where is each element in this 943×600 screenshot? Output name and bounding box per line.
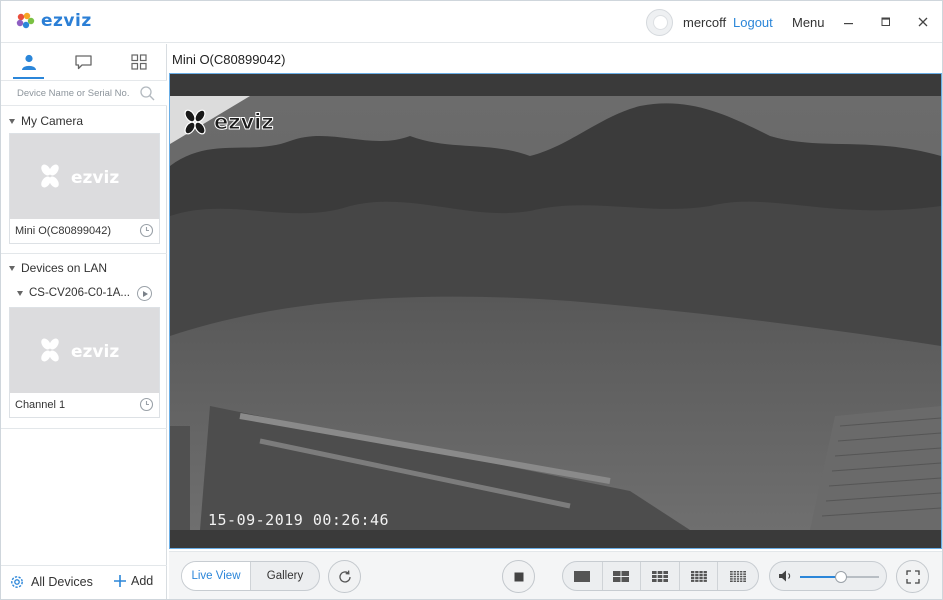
layout-9-icon (652, 570, 668, 582)
ezviz-watermark-icon (184, 109, 206, 135)
camera-card-footer: Mini O(C80899042) (10, 219, 159, 243)
lan-label: Devices on LAN (21, 261, 108, 275)
sidebar-tabs (1, 44, 167, 79)
volume-knob[interactable] (835, 571, 848, 583)
avatar[interactable] (646, 9, 673, 36)
layout-16-icon (690, 570, 707, 582)
lan-device-name: CS-CV206-C0-1A... (29, 287, 130, 299)
channel-card[interactable]: ezviz Channel 1 (9, 307, 160, 418)
speaker-icon[interactable] (778, 569, 794, 583)
tab-devices[interactable] (1, 44, 56, 79)
channel-thumbnail[interactable]: ezviz (10, 308, 159, 393)
search-icon[interactable] (139, 85, 156, 102)
ezviz-logo-icon (16, 12, 35, 29)
live-video-feed[interactable]: ezviz 15-09-2019 00:26:46 (170, 96, 941, 530)
stop-button[interactable] (502, 560, 535, 593)
lan-device-row[interactable]: CS-CV206-C0-1A... (17, 287, 130, 299)
refresh-icon (338, 570, 351, 583)
layout-25-button[interactable] (718, 562, 758, 590)
brand-name: ezviz (41, 11, 92, 31)
username: mercoff (683, 15, 727, 30)
all-devices-label: All Devices (31, 575, 93, 589)
caret-down-icon (17, 290, 23, 296)
add-device-button[interactable]: Add (113, 574, 153, 588)
night-camera-image (170, 96, 941, 530)
section-divider (1, 253, 167, 254)
channel-name: Channel 1 (15, 399, 66, 411)
chat-bubble-icon (75, 54, 93, 69)
minimize-button[interactable] (837, 10, 861, 34)
stop-icon (514, 572, 523, 581)
plus-icon (114, 575, 126, 587)
ezviz-thumb-logo: ezviz (40, 338, 119, 362)
my-camera-label: My Camera (21, 114, 84, 128)
lan-header[interactable]: Devices on LAN (9, 261, 107, 275)
layout-4-icon (613, 570, 630, 582)
tab-grid[interactable] (112, 44, 167, 79)
svg-text:ezviz: ezviz (71, 342, 119, 362)
svg-text:ezviz: ezviz (71, 168, 119, 188)
caret-down-icon (9, 118, 15, 124)
minimize-icon (844, 23, 853, 25)
volume-control[interactable] (769, 561, 887, 591)
ezviz-thumb-logo: ezviz (40, 164, 119, 188)
close-icon (918, 17, 928, 27)
menu-button[interactable]: Menu (792, 15, 825, 30)
fullscreen-icon (905, 569, 920, 584)
caret-down-icon (9, 265, 15, 271)
layout-1-icon (574, 570, 591, 582)
grid-icon (131, 53, 147, 70)
search-input[interactable]: Device Name or Serial No. (17, 88, 129, 99)
camera-thumbnail[interactable]: ezviz (10, 134, 159, 219)
fullscreen-button[interactable] (896, 560, 929, 593)
all-devices-button[interactable]: All Devices (9, 574, 93, 590)
page-title: Mini O(C80899042) (172, 52, 286, 67)
title-bar: ezviz mercoff Logout Menu (1, 1, 942, 43)
camera-card[interactable]: ezviz Mini O(C80899042) (9, 133, 160, 244)
my-camera-header[interactable]: My Camera (9, 114, 83, 128)
play-icon (142, 290, 148, 297)
playback-clock-icon[interactable] (139, 397, 154, 412)
layout-switch (562, 561, 759, 591)
sidebar-footer: All Devices Add (1, 566, 167, 598)
playback-clock-icon[interactable] (139, 223, 154, 238)
maximize-icon (881, 17, 890, 26)
user-icon (21, 54, 36, 70)
playback-controls: Live View Gallery (169, 551, 942, 599)
layout-16-button[interactable] (680, 562, 719, 590)
camera-name: Mini O(C80899042) (15, 225, 111, 237)
ezviz-logo: ezviz (15, 11, 92, 31)
video-watermark-text: ezviz (214, 110, 275, 135)
tab-messages[interactable] (56, 44, 111, 79)
ezviz-app-window: ezviz mercoff Logout Menu Device Name or… (0, 0, 943, 600)
logout-link[interactable]: Logout (733, 15, 773, 30)
layout-25-icon (730, 570, 747, 582)
play-button[interactable] (137, 286, 152, 301)
refresh-button[interactable] (328, 560, 361, 593)
layout-4-button[interactable] (603, 562, 642, 590)
view-mode-switch: Live View Gallery (181, 561, 320, 591)
close-button[interactable] (911, 10, 935, 34)
channel-card-footer: Channel 1 (10, 393, 159, 417)
section-divider (1, 428, 167, 429)
gallery-tab[interactable]: Gallery (251, 562, 319, 590)
video-watermark-logo: ezviz (180, 108, 274, 136)
sidebar: Device Name or Serial No. My Camera ezvi… (1, 44, 167, 599)
maximize-button[interactable] (874, 10, 898, 34)
gear-icon (11, 576, 23, 588)
layout-1-button[interactable] (563, 562, 603, 590)
layout-9-button[interactable] (641, 562, 680, 590)
video-player[interactable]: ezviz 15-09-2019 00:26:46 (169, 73, 942, 549)
add-label: Add (131, 574, 154, 588)
live-view-tab[interactable]: Live View (182, 562, 251, 590)
search-box[interactable]: Device Name or Serial No. (1, 80, 167, 106)
video-timestamp: 15-09-2019 00:26:46 (208, 511, 390, 529)
